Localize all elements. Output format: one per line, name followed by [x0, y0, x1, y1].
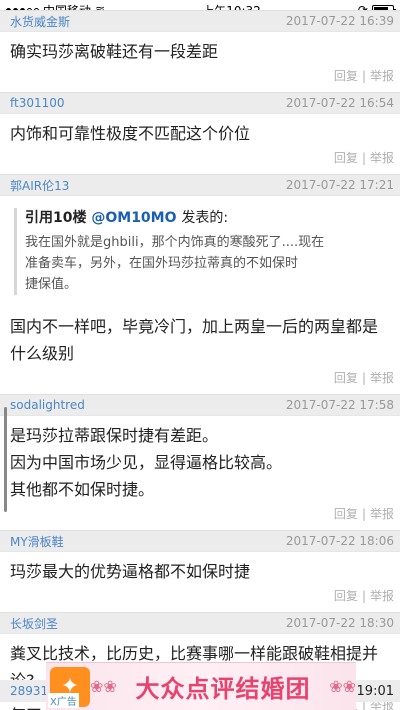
post-author-link[interactable]: 水货威金斯: [10, 13, 70, 30]
report-button[interactable]: 举报: [370, 507, 394, 521]
quote-prefix: 引用10楼: [25, 210, 87, 226]
post: sodalightred 2017-07-22 17:58 是玛莎拉蒂跟保时捷有…: [0, 394, 400, 530]
reply-button[interactable]: 回复: [334, 151, 358, 165]
quote-line: 我在国外就是ghbili，那个内饰真的寒酸死了....现在: [25, 235, 325, 250]
post-line: 玛莎最大的优势逼格都不如保时捷: [10, 562, 251, 581]
post-line: 其他都不如保时捷。: [10, 480, 155, 499]
post-header: 长坂剑圣 2017-07-22 18:30: [0, 612, 400, 634]
ad-banner[interactable]: ✦ X广告 ❀❀ 大众点评结婚团 ❀❀: [46, 662, 356, 710]
post-actions: 回复|举报: [333, 69, 394, 83]
post-author-link[interactable]: 郭AIR伦13: [10, 177, 69, 194]
reply-button[interactable]: 回复: [334, 507, 358, 521]
post-actions: 回复|举报: [333, 151, 394, 165]
post-actions: 回复|举报: [333, 507, 394, 521]
ad-label[interactable]: X广告: [48, 693, 79, 708]
post: ft301100 2017-07-22 16:54 内饰和可靠性极度不匹配这个价…: [0, 92, 400, 174]
post-content: 国内不一样吧，毕竟冷门，加上两皇一后的两皇都是 什么级别: [0, 295, 400, 367]
reply-button[interactable]: 回复: [334, 371, 358, 385]
post-content: 是玛莎拉蒂跟保时捷有差距。 因为中国市场少见，显得逼格比较高。 其他都不如保时捷…: [0, 416, 400, 503]
report-button[interactable]: 举报: [370, 589, 394, 603]
ad-close-icon[interactable]: X: [50, 697, 57, 708]
post-date: 2017-07-22 16:54: [285, 96, 394, 110]
post: MY滑板鞋 2017-07-22 18:06 玛莎最大的优势逼格都不如保时捷 回…: [0, 530, 400, 612]
post-actions: 回复|举报: [333, 371, 394, 385]
report-button[interactable]: 举报: [370, 69, 394, 83]
post-content: 玛莎最大的优势逼格都不如保时捷: [0, 552, 400, 585]
post-line: 每天: [10, 702, 42, 710]
post-author-link[interactable]: 28931: [10, 684, 48, 698]
quote-line: 准备卖车，另外，在国外玛莎拉蒂真的不如保时: [25, 256, 299, 271]
post-line: 国内不一样吧，毕竟冷门，加上两皇一后的两皇都是: [10, 317, 379, 336]
reply-feed: 水货威金斯 2017-07-22 16:39 确实玛莎离破鞋还有一段差距 回复 |…: [0, 10, 400, 710]
ad-label-text: 广告: [56, 697, 77, 708]
post-actions: 回复|举报: [333, 589, 394, 603]
quote-block: 引用10楼 @OM10MO 发表的: 我在国外就是ghbili，那个内饰真的寒酸…: [14, 208, 380, 295]
post-date: 2017-07-22 18:06: [285, 534, 394, 548]
quote-title: 引用10楼 @OM10MO 发表的:: [25, 208, 380, 228]
reply-button[interactable]: 回复: [334, 69, 358, 83]
ad-text: 大众点评结婚团: [135, 674, 311, 703]
post-header: MY滑板鞋 2017-07-22 18:06: [0, 530, 400, 552]
post: 郭AIR伦13 2017-07-22 17:21 引用10楼 @OM10MO 发…: [0, 174, 400, 394]
quote-line: 捷保值。: [25, 277, 78, 292]
post-header: sodalightred 2017-07-22 17:58: [0, 394, 400, 416]
reply-button[interactable]: 回复: [334, 589, 358, 603]
post-content: 确实玛莎离破鞋还有一段差距: [0, 32, 400, 65]
post-date: 2017-07-22 16:39: [285, 14, 394, 28]
post-line: 因为中国市场少见，显得逼格比较高。: [10, 453, 283, 472]
post-line: 什么级别: [10, 344, 75, 363]
post-author-link[interactable]: MY滑板鞋: [10, 533, 64, 550]
post-author-link[interactable]: sodalightred: [10, 398, 85, 412]
post: 水货威金斯 2017-07-22 16:39 确实玛莎离破鞋还有一段差距 回复 |…: [0, 10, 400, 92]
post-line: 是玛莎拉蒂跟保时捷有差距。: [10, 426, 219, 445]
post-date: 2017-07-22 17:21: [285, 178, 394, 192]
post-header: ft301100 2017-07-22 16:54: [0, 92, 400, 114]
quote-text: 我在国外就是ghbili，那个内饰真的寒酸死了....现在 准备卖车，另外，在国…: [25, 232, 380, 295]
post-header: 水货威金斯 2017-07-22 16:39: [0, 10, 400, 32]
flower-icon: ❀❀: [90, 677, 117, 696]
report-button[interactable]: 举报: [370, 371, 394, 385]
post-author-link[interactable]: ft301100: [10, 96, 65, 110]
post-date: 2017-07-22 17:58: [285, 398, 394, 412]
scrollbar[interactable]: [4, 407, 7, 512]
quote-suffix: 发表的:: [181, 210, 229, 226]
post-line: 内饰和可靠性极度不匹配这个价位: [10, 124, 251, 143]
post-date: 19:01: [356, 683, 394, 699]
post-author-link[interactable]: 长坂剑圣: [10, 615, 58, 632]
post-header: 郭AIR伦13 2017-07-22 17:21: [0, 174, 400, 196]
report-button[interactable]: 举报: [370, 151, 394, 165]
post-line: 确实玛莎离破鞋还有一段差距: [10, 42, 219, 61]
post-date: 2017-07-22 18:30: [285, 616, 394, 630]
quote-author-link[interactable]: @OM10MO: [91, 210, 176, 226]
post-content: 内饰和可靠性极度不匹配这个价位: [0, 114, 400, 147]
flower-icon: ❀❀: [329, 677, 356, 696]
